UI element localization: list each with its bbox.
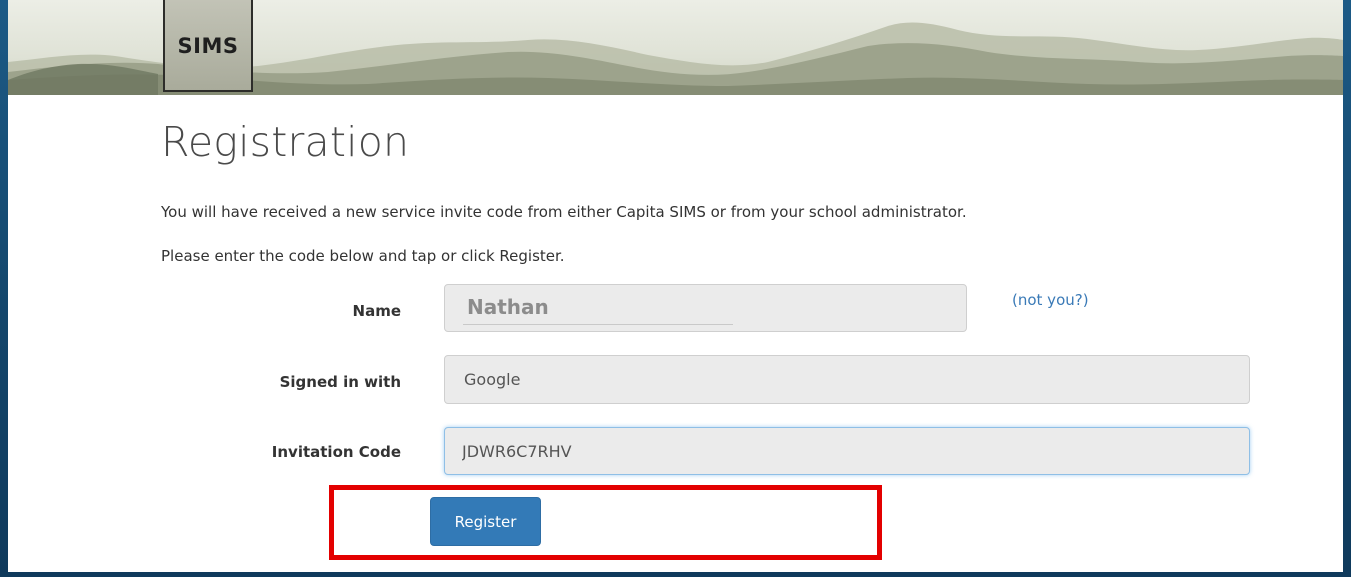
intro-text-line1: You will have received a new service inv… xyxy=(161,203,967,221)
invitation-code-label: Invitation Code xyxy=(271,443,401,461)
invitation-code-input[interactable] xyxy=(444,427,1250,475)
signed-in-with-field xyxy=(444,355,1250,404)
not-you-link[interactable]: (not you?) xyxy=(1012,291,1089,309)
signed-in-with-label: Signed in with xyxy=(279,373,401,391)
header-banner: SIMS xyxy=(8,0,1343,95)
name-underline xyxy=(463,324,733,325)
red-highlight-box xyxy=(329,485,882,560)
name-value: Nathan xyxy=(467,295,549,319)
register-button[interactable]: Register xyxy=(430,497,541,546)
name-field: Nathan xyxy=(444,284,967,332)
name-label: Name xyxy=(352,302,401,320)
logo-text: SIMS xyxy=(177,34,239,58)
intro-text-line2: Please enter the code below and tap or c… xyxy=(161,247,565,265)
page-title: Registration xyxy=(161,118,410,166)
sims-logo: SIMS xyxy=(163,0,253,92)
registration-panel: SIMS Registration You will have received… xyxy=(8,0,1343,572)
